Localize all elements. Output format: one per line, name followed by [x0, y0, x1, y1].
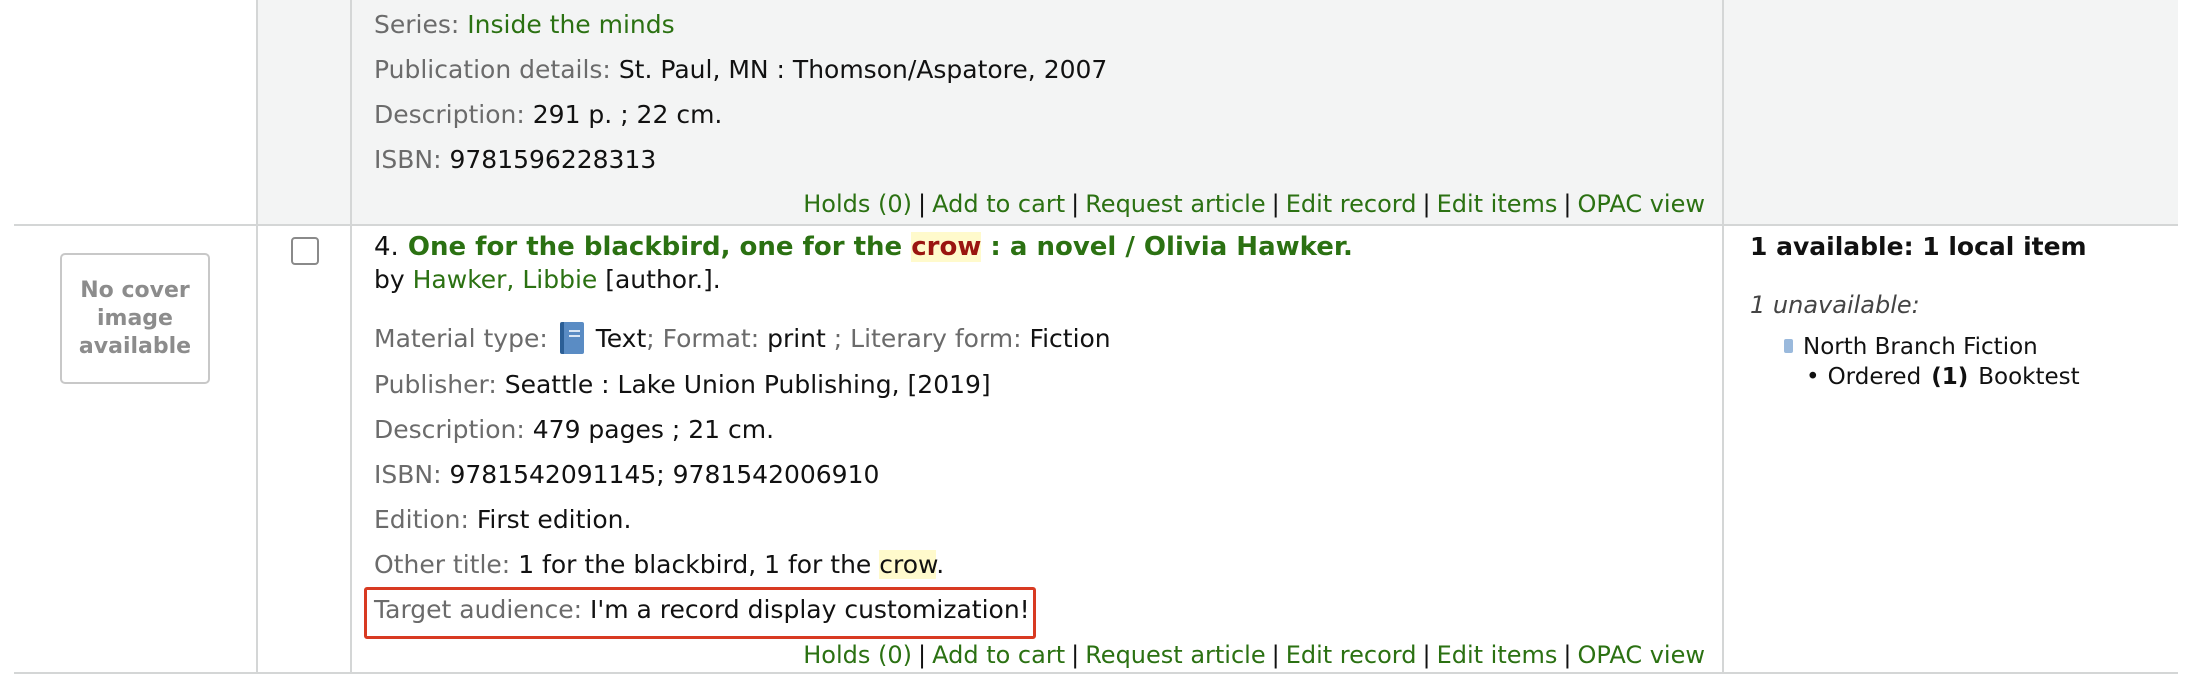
publication-line: Publication details: St. Paul, MN : Thom…	[374, 55, 1108, 84]
target-audience-line: Target audience: I'm a record display cu…	[374, 595, 1030, 624]
prev-record-actions: Holds (0) | Add to cart | Request article | Ed…	[803, 190, 1705, 218]
edit-record-link[interactable]: Edit record	[1286, 190, 1417, 218]
edit-record-link[interactable]: Edit record	[1286, 641, 1417, 669]
edition-line: Edition: First edition.	[374, 505, 632, 534]
no-cover-placeholder: No cover image available	[60, 253, 210, 384]
search-results-page: Series: Inside the minds Publication det…	[0, 0, 2186, 674]
edit-items-link[interactable]: Edit items	[1437, 641, 1558, 669]
book-icon	[559, 322, 584, 354]
isbn-line: ISBN: 9781596228313	[374, 145, 657, 174]
edit-items-link[interactable]: Edit items	[1437, 190, 1558, 218]
author-link[interactable]: Hawker, Libbie	[413, 265, 598, 294]
author-line: by Hawker, Libbie [author.].	[374, 265, 721, 294]
series-link[interactable]: Inside the minds	[467, 10, 674, 39]
material-type-line: Material type: Text; Format: print ; Lit…	[374, 322, 1111, 354]
opac-view-link[interactable]: OPAC view	[1578, 190, 1705, 218]
add-to-cart-link[interactable]: Add to cart	[932, 641, 1065, 669]
unavailable-summary: 1 unavailable:	[1750, 291, 1920, 319]
holds-link[interactable]: Holds (0)	[803, 190, 912, 218]
row-divider	[14, 224, 2178, 226]
column-divider	[1722, 0, 1724, 674]
ordered-status: • Ordered (1) Booktest	[1806, 364, 2080, 390]
publisher-line: Publisher: Seattle : Lake Union Publishi…	[374, 370, 991, 399]
add-to-cart-link[interactable]: Add to cart	[932, 190, 1065, 218]
description-line: Description: 479 pages ; 21 cm.	[374, 415, 775, 444]
branch-entry: North Branch Fiction	[1784, 334, 2038, 360]
series-line: Series: Inside the minds	[374, 10, 675, 39]
column-divider	[350, 0, 352, 674]
opac-view-link[interactable]: OPAC view	[1578, 641, 1705, 669]
branch-icon	[1784, 339, 1793, 353]
request-article-link[interactable]: Request article	[1085, 641, 1265, 669]
isbn-line: ISBN: 9781542091145; 9781542006910	[374, 460, 880, 489]
prev-availability-background	[1723, 0, 2178, 225]
record-title: 4. One for the blackbird, one for the cr…	[374, 232, 1353, 262]
select-record-checkbox[interactable]	[291, 237, 319, 265]
request-article-link[interactable]: Request article	[1085, 190, 1265, 218]
description-line: Description: 291 p. ; 22 cm.	[374, 100, 723, 129]
record-title-link[interactable]: One for the blackbird, one for the crow …	[408, 232, 1353, 262]
other-title-line: Other title: 1 for the blackbird, 1 for …	[374, 550, 945, 579]
record-actions: Holds (0) | Add to cart | Request article | Ed…	[803, 641, 1705, 669]
holds-link[interactable]: Holds (0)	[803, 641, 912, 669]
column-divider	[256, 0, 258, 674]
availability-summary: 1 available: 1 local item	[1750, 232, 2087, 261]
